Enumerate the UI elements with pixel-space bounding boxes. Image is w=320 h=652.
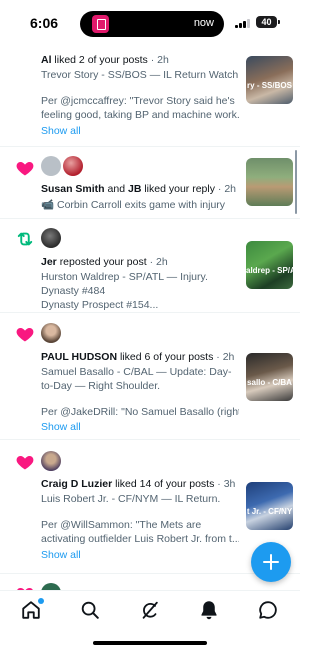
notifications-tab[interactable]: [198, 599, 220, 621]
notification-time: 2h: [156, 256, 168, 268]
unread-dot: [38, 598, 44, 604]
notification-item[interactable]: Jer reposted your post · 2h Hurston Wald…: [0, 219, 300, 313]
search-icon: [81, 601, 99, 619]
show-all-link[interactable]: Show all: [41, 421, 81, 433]
notifications-icon: [201, 601, 217, 620]
cellular-signal-icon: [235, 18, 253, 28]
notification-item[interactable]: [0, 574, 300, 590]
compose-button[interactable]: [251, 542, 291, 582]
notification-action: liked your reply: [144, 183, 215, 195]
notification-headline: PAUL HUDSON liked 6 of your posts · 2h: [41, 351, 235, 363]
post-snippet: Hurston Waldrep - SP/ATL — Injury. Dynas…: [41, 271, 208, 311]
post-snippet: 📹 Corbin Carroll exits game with injury: [41, 199, 226, 211]
notification-time: 2h: [224, 183, 236, 195]
live-activity-app-icon: [92, 15, 109, 33]
actor-name[interactable]: JB: [128, 183, 141, 195]
post-snippet: Luis Robert Jr. - CF/NYM — IL Return. Pe…: [41, 493, 239, 545]
live-activity-label: now: [193, 17, 214, 29]
post-snippet: Trevor Story - SS/BOS — IL Return Watch.…: [41, 69, 239, 121]
notification-time: 2h: [157, 54, 169, 66]
post-snippet: Samuel Basallo - C/BAL — Update: Day- to…: [41, 366, 239, 418]
show-all-link[interactable]: Show all: [41, 125, 81, 137]
actor-name[interactable]: Susan Smith: [41, 183, 105, 195]
heart-icon: [16, 162, 34, 176]
post-thumbnail[interactable]: t Jr. - CF/NY: [246, 482, 293, 530]
post-thumbnail[interactable]: aldrep - SP/A: [246, 241, 293, 289]
actor-name[interactable]: Craig D Luzier: [41, 478, 112, 490]
avatar[interactable]: [41, 228, 61, 248]
actor-avatars: [41, 156, 85, 178]
actor-name[interactable]: PAUL HUDSON: [41, 351, 117, 363]
avatar[interactable]: [41, 583, 61, 590]
post-thumbnail[interactable]: [246, 158, 293, 206]
notification-headline: Craig D Luzier liked 14 of your posts · …: [41, 478, 236, 490]
heart-icon: [16, 328, 34, 342]
notification-headline: Jer reposted your post · 2h: [41, 256, 168, 268]
actor-name[interactable]: Al: [41, 54, 52, 66]
home-indicator[interactable]: [93, 641, 207, 645]
scroll-indicator[interactable]: [295, 150, 297, 214]
notification-action: reposted your post: [59, 256, 147, 268]
notification-headline: Al liked 2 of your posts · 2h: [41, 54, 169, 66]
messages-icon: [259, 601, 277, 619]
post-thumbnail[interactable]: sallo - C/BA: [246, 353, 293, 401]
actor-name[interactable]: Jer: [41, 256, 57, 268]
avatar[interactable]: [41, 323, 61, 343]
actor-avatars: [41, 451, 63, 473]
status-bar: 6:06 now 40: [0, 0, 300, 44]
avatar[interactable]: [41, 156, 61, 176]
actor-avatars: [41, 228, 63, 250]
heart-icon: [16, 456, 34, 470]
avatar[interactable]: [41, 451, 61, 471]
grok-tab[interactable]: [139, 599, 161, 621]
messages-tab[interactable]: [257, 599, 279, 621]
home-tab[interactable]: [20, 598, 44, 621]
notifications-feed[interactable]: Al liked 2 of your posts · 2h Trevor Sto…: [0, 44, 300, 590]
notification-item[interactable]: PAUL HUDSON liked 6 of your posts · 2h S…: [0, 313, 300, 440]
avatar[interactable]: [63, 156, 83, 176]
grok-icon: [142, 601, 158, 619]
notification-action: liked 14 of your posts: [115, 478, 215, 490]
notification-time: 3h: [223, 478, 236, 490]
notification-time: 2h: [222, 351, 235, 363]
notification-action: liked 6 of your posts: [119, 351, 214, 363]
post-thumbnail[interactable]: ry - SS/BOS: [246, 56, 293, 104]
search-tab[interactable]: [79, 599, 101, 621]
show-all-link[interactable]: Show all: [41, 549, 81, 561]
actor-avatars: [41, 323, 63, 345]
dynamic-island[interactable]: now: [80, 11, 224, 37]
battery-icon: 40: [256, 16, 280, 28]
notification-headline: Susan Smith and JB liked your reply · 2h: [41, 183, 236, 195]
status-time: 6:06: [30, 15, 59, 31]
repost-icon: [17, 232, 33, 246]
notification-item[interactable]: Susan Smith and JB liked your reply · 2h…: [0, 147, 300, 219]
notification-action: liked 2 of your posts: [54, 54, 148, 66]
notification-item[interactable]: Al liked 2 of your posts · 2h Trevor Sto…: [0, 44, 300, 147]
actor-avatars: [41, 583, 63, 590]
